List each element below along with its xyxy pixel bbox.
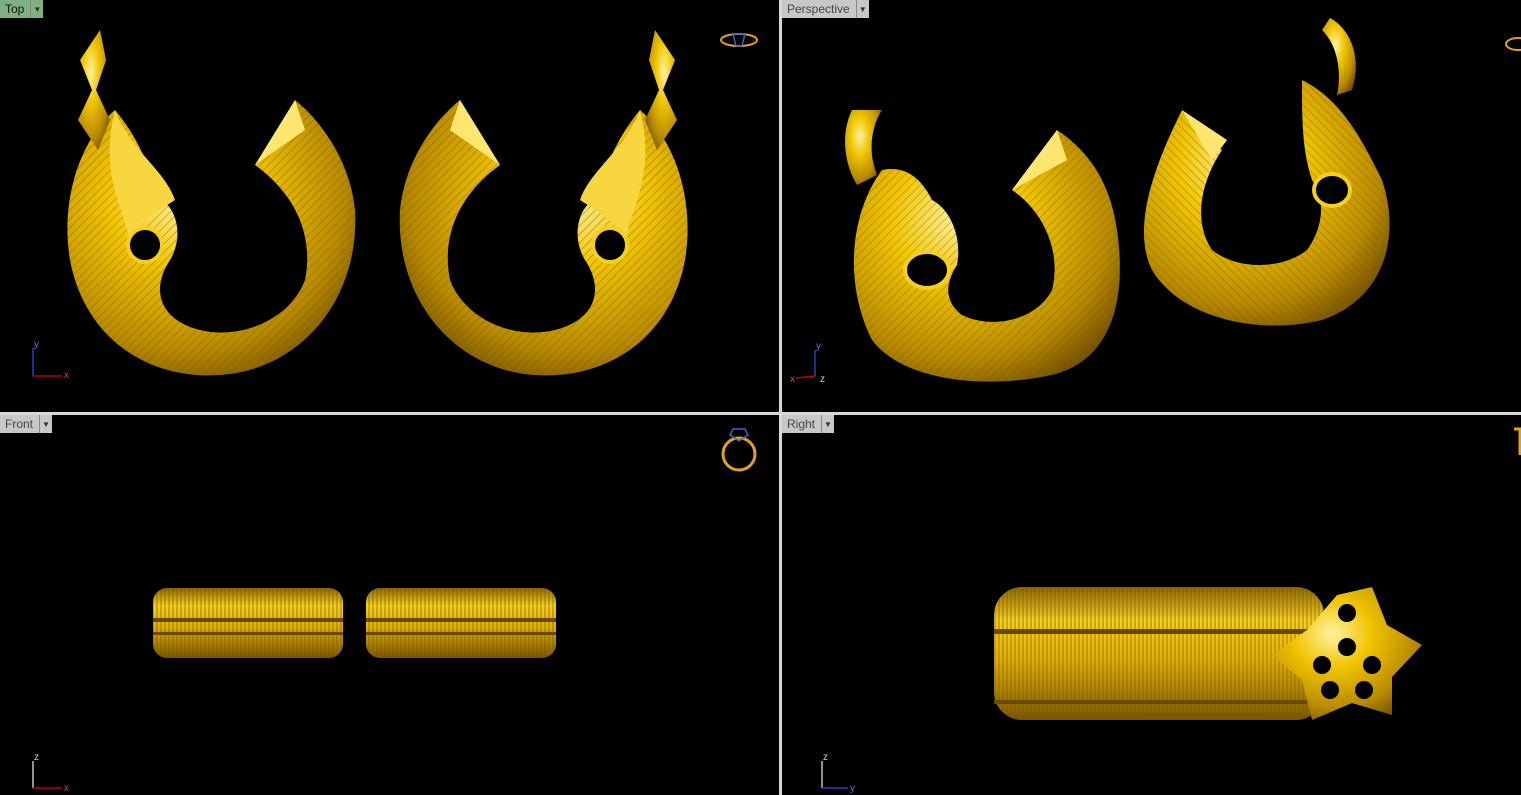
axis-x-label: x [64,783,69,794]
axis-x-label: x [64,370,69,381]
axis-gizmo-icon: z y [821,752,855,794]
viewport-front[interactable]: z x Front ▼ [0,415,779,795]
triangle-down-icon[interactable]: ▼ [855,0,869,18]
viewport-name[interactable]: Top [0,0,31,18]
ring-icon[interactable] [1514,427,1521,455]
triangle-down-icon[interactable]: ▼ [821,415,835,433]
perspective-view-model: y x z [790,18,1521,385]
ring-icon[interactable] [721,428,757,472]
axis-z-label: z [34,752,39,763]
viewport-label-front[interactable]: Front ▼ [0,415,53,433]
ring-icon[interactable] [1505,37,1521,51]
front-view-model: z x [32,428,757,794]
top-view-model: y x [32,30,758,381]
viewport-label-top[interactable]: Top ▼ [0,0,44,18]
axis-z-label: z [820,374,825,385]
viewport-label-right[interactable]: Right ▼ [782,415,835,433]
viewport-name[interactable]: Front [0,415,40,433]
axis-x-label: x [790,374,795,385]
viewport-top[interactable]: y x Top ▼ [0,0,779,412]
vertical-viewport-divider[interactable] [779,0,782,795]
viewport-name[interactable]: Perspective [782,0,856,18]
ring-icon[interactable] [720,33,758,47]
axis-y-label: y [34,339,39,350]
axis-gizmo-icon: y x z [790,341,825,385]
right-earring-perspective [1143,18,1390,326]
axis-gizmo-icon: z x [32,752,69,794]
triangle-down-icon[interactable]: ▼ [30,0,44,18]
axis-gizmo-icon: y x [32,339,69,381]
right-view-model: z y [821,427,1521,794]
horizontal-viewport-divider[interactable] [0,412,1521,415]
left-earring-perspective [845,110,1120,382]
left-band-front [153,588,343,658]
right-earring-top [399,30,688,376]
left-earring-top [67,30,356,376]
viewport-right[interactable]: z y Right ▼ [782,415,1521,795]
axis-y-label: y [850,783,855,794]
axis-y-label: y [816,341,821,352]
right-band-front [366,588,556,658]
viewport-perspective[interactable]: y x z Perspective ▼ [782,0,1521,412]
triangle-down-icon[interactable]: ▼ [39,415,53,433]
viewport-name[interactable]: Right [782,415,822,433]
axis-z-label: z [823,752,828,763]
viewport-label-perspective[interactable]: Perspective ▼ [782,0,869,18]
